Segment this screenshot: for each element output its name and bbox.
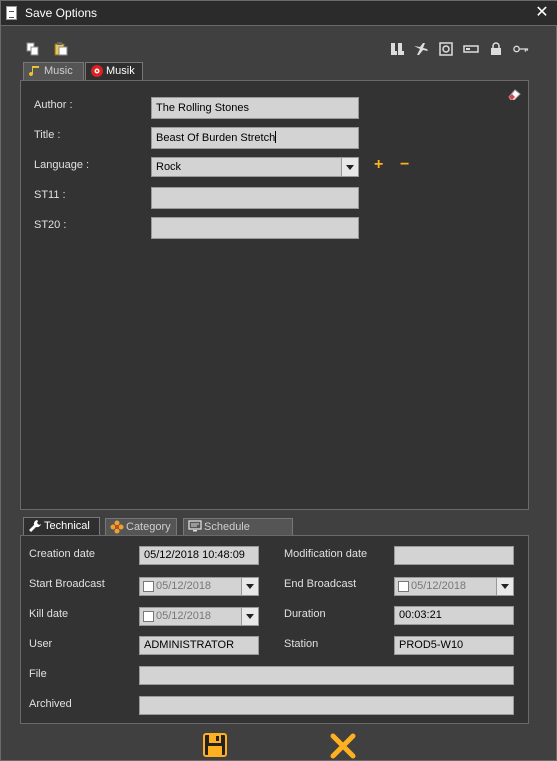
floppy-disk-icon	[203, 733, 227, 757]
modification-date-label: Modification date	[284, 548, 368, 560]
file-field[interactable]	[139, 666, 514, 685]
end-broadcast-value: 05/12/2018	[411, 580, 467, 592]
key-icon[interactable]	[513, 41, 529, 57]
end-broadcast-picker[interactable]: 05/12/2018	[394, 577, 514, 596]
tab-technical[interactable]: Technical	[23, 517, 100, 536]
user-field[interactable]: ADMINISTRATOR	[139, 636, 259, 655]
title-bar: Save Options ✕	[1, 1, 557, 26]
close-x-icon	[330, 733, 356, 759]
paste-icon[interactable]	[53, 41, 69, 57]
boots-icon[interactable]	[389, 41, 405, 57]
monitor-icon	[188, 520, 202, 534]
eraser-icon[interactable]	[507, 88, 521, 103]
hdd-icon[interactable]	[463, 41, 479, 57]
st11-field[interactable]	[151, 187, 359, 209]
chevron-down-icon[interactable]	[241, 578, 258, 595]
chevron-down-icon[interactable]	[496, 578, 513, 595]
modification-date-field[interactable]	[394, 546, 514, 565]
save-button[interactable]	[202, 732, 228, 758]
archived-label: Archived	[29, 698, 72, 710]
music-note-icon	[28, 64, 42, 78]
tab-schedule-history[interactable]: Schedule History	[183, 518, 293, 549]
close-button[interactable]: ✕	[534, 3, 550, 23]
station-label: Station	[284, 638, 319, 650]
cancel-button[interactable]	[329, 732, 357, 760]
tab-musik[interactable]: Musik	[85, 62, 143, 81]
lock-icon[interactable]	[488, 41, 504, 57]
end-broadcast-checkbox[interactable]	[398, 581, 409, 592]
author-field[interactable]: The Rolling Stones	[151, 97, 359, 119]
creation-date-field[interactable]: 05/12/2018 10:48:09	[139, 546, 259, 565]
tab-musik-label: Musik	[106, 65, 135, 77]
remove-language-button[interactable]: −	[400, 156, 409, 174]
kill-date-value: 05/12/2018	[156, 610, 212, 622]
language-value: Rock	[156, 161, 182, 173]
kill-date-label: Kill date	[29, 608, 69, 620]
add-language-button[interactable]: +	[374, 156, 383, 174]
wrench-icon	[28, 519, 42, 533]
save-options-window: Save Options ✕ Music Musik Author: The …	[0, 0, 557, 761]
start-broadcast-checkbox[interactable]	[143, 581, 154, 592]
end-broadcast-label: End Broadcast	[284, 578, 357, 590]
title-field[interactable]: Beast Of Burden Stretch	[151, 127, 359, 149]
copy-icon[interactable]	[25, 41, 41, 57]
start-broadcast-picker[interactable]: 05/12/2018	[139, 577, 259, 596]
duration-field[interactable]: 00:03:21	[394, 606, 514, 625]
chevron-down-icon[interactable]	[241, 608, 258, 625]
kill-date-checkbox[interactable]	[143, 611, 154, 622]
st20-label: ST20 :	[34, 219, 67, 231]
language-select[interactable]: Rock	[151, 157, 359, 177]
tab-category[interactable]: Category	[105, 518, 177, 536]
window-title: Save Options	[25, 6, 98, 20]
start-broadcast-value: 05/12/2018	[156, 580, 212, 592]
title-label: Title :	[34, 129, 61, 141]
kill-date-picker[interactable]: 05/12/2018	[139, 607, 259, 626]
author-label: Author :	[34, 99, 73, 111]
document-icon	[6, 6, 17, 20]
airplane-icon[interactable]	[413, 41, 429, 57]
text-caret	[275, 131, 277, 143]
speaker-icon[interactable]	[438, 41, 454, 57]
st11-label: ST11 :	[34, 189, 66, 201]
flower-icon	[110, 520, 124, 534]
title-field-text: Beast Of Burden Stretch	[156, 132, 276, 144]
tab-music-label: Music	[44, 65, 73, 77]
tab-music[interactable]: Music	[23, 62, 84, 80]
start-broadcast-label: Start Broadcast	[29, 578, 105, 590]
tab-technical-label: Technical	[44, 520, 90, 532]
vinyl-icon	[90, 64, 104, 78]
tab-category-label: Category	[126, 521, 171, 533]
st20-field[interactable]	[151, 217, 359, 239]
file-label: File	[29, 668, 47, 680]
language-label: Language :	[34, 159, 90, 171]
user-label: User	[29, 638, 53, 650]
chevron-down-icon[interactable]	[341, 158, 358, 176]
creation-date-label: Creation date	[29, 548, 96, 560]
archived-field[interactable]	[139, 696, 514, 715]
duration-label: Duration	[284, 608, 326, 620]
station-field[interactable]: PROD5-W10	[394, 636, 514, 655]
